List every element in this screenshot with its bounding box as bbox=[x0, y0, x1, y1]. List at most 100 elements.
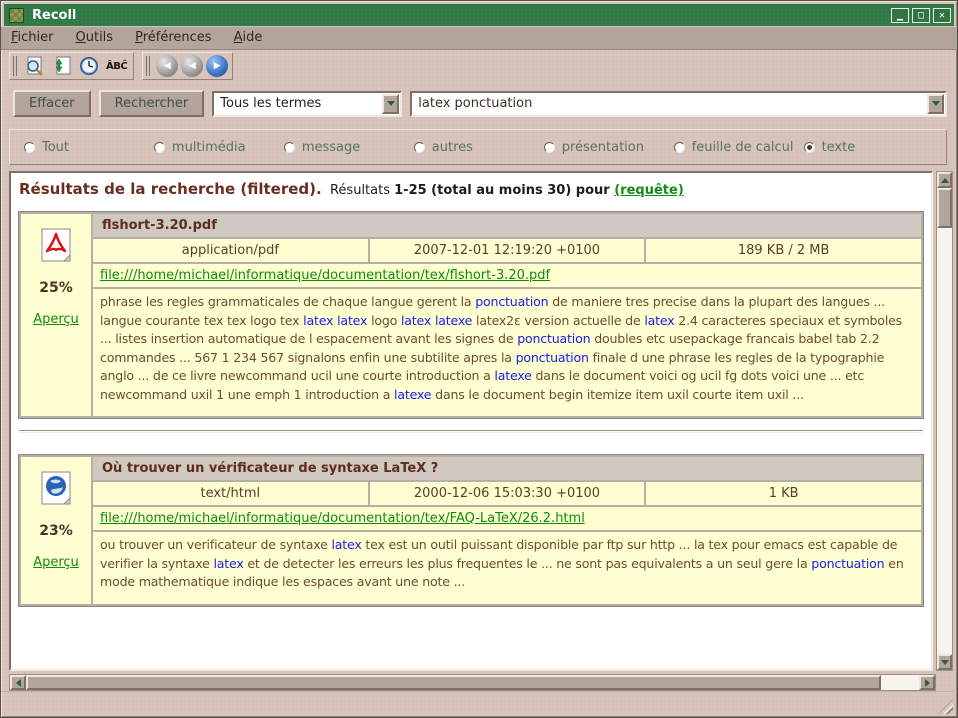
filter-radio-tout[interactable]: Tout bbox=[24, 140, 154, 155]
relevance-percent: 23% bbox=[39, 523, 73, 539]
result-size: 1 KB bbox=[646, 482, 921, 505]
category-filter-panel: Tout multimédiamessageautres présentation f… bbox=[9, 129, 947, 165]
search-button[interactable]: Rechercher bbox=[99, 90, 205, 117]
results-list: 25% Aperçu flshort-3.20.pdf application/… bbox=[11, 212, 931, 606]
filter-radio-label: texte bbox=[822, 140, 856, 155]
result-url-row: file:///home/michael/informatique/docume… bbox=[93, 507, 921, 530]
next-page-icon[interactable]: ▶ bbox=[206, 55, 228, 77]
result-date: 2000-12-06 15:03:30 +0100 bbox=[370, 482, 645, 505]
maximize-button[interactable]: □ bbox=[912, 8, 930, 23]
filter-radio-autres[interactable]: autres bbox=[414, 140, 544, 155]
highlighted-term: latex bbox=[331, 537, 361, 552]
status-strip bbox=[1, 691, 957, 717]
minimize-button[interactable]: ▁ bbox=[891, 8, 909, 23]
first-page-icon[interactable]: ◀ bbox=[156, 55, 178, 77]
radio-icon[interactable] bbox=[24, 142, 35, 153]
menu-item-preferences[interactable]: Préférences bbox=[135, 30, 211, 45]
chevron-down-icon[interactable] bbox=[927, 94, 944, 114]
results-title: Résultats de la recherche (filtered). bbox=[19, 180, 322, 198]
highlighted-term: latexe bbox=[494, 368, 531, 383]
result-size: 189 KB / 2 MB bbox=[646, 239, 921, 262]
filter-radio-label: Tout bbox=[42, 140, 69, 155]
radio-selected-icon[interactable] bbox=[804, 142, 815, 153]
history-clock-icon[interactable] bbox=[77, 54, 101, 78]
snippet-text: latex2ε version actuelle de bbox=[472, 313, 644, 328]
menu-item-fichier[interactable]: Fichier bbox=[11, 30, 54, 45]
highlighted-term: latex bbox=[337, 313, 367, 328]
advanced-search-icon[interactable] bbox=[23, 54, 47, 78]
relevance-percent: 25% bbox=[39, 280, 73, 296]
snippet-text: logo bbox=[367, 313, 401, 328]
result-entry: 23% Aperçu Où trouver un vérificateur de… bbox=[19, 455, 923, 606]
search-row: Effacer Rechercher Tous les termes bbox=[1, 82, 957, 121]
radio-icon[interactable] bbox=[154, 142, 165, 153]
filter-radio-label: feuille de calcul bbox=[692, 140, 794, 155]
result-url-link[interactable]: file:///home/michael/informatique/docume… bbox=[100, 268, 550, 283]
result-mime-type: application/pdf bbox=[93, 239, 368, 262]
previous-page-icon[interactable]: ◀ bbox=[181, 55, 203, 77]
filter-radio-pre-sentation[interactable]: présentation bbox=[544, 140, 674, 155]
term-explorer-icon[interactable]: ÂBĈ bbox=[104, 54, 129, 78]
filter-radio-label: présentation bbox=[562, 140, 644, 155]
result-title: Où trouver un vérificateur de syntaxe La… bbox=[93, 457, 921, 480]
chevron-down-icon[interactable] bbox=[382, 94, 399, 114]
menu-item-outils[interactable]: Outils bbox=[76, 30, 114, 45]
highlighted-term: ponctuation bbox=[516, 350, 589, 365]
filter-radio-feuille-de-calcul[interactable]: feuille de calcul bbox=[674, 140, 804, 155]
highlighted-term: latex bbox=[213, 556, 243, 571]
vertical-scrollbar-thumb[interactable] bbox=[937, 188, 952, 228]
toolbar-handle[interactable] bbox=[12, 56, 17, 76]
preview-link[interactable]: Aperçu bbox=[33, 555, 79, 570]
results-count-prefix: Résultats bbox=[330, 183, 394, 198]
result-entry-sidebar: 23% Aperçu bbox=[21, 457, 91, 604]
snippet-text: phrase les regles grammaticales de chaqu… bbox=[100, 294, 475, 309]
horizontal-scrollbar[interactable] bbox=[9, 674, 936, 691]
scroll-right-icon[interactable] bbox=[919, 675, 935, 690]
file-type-icon bbox=[39, 228, 73, 264]
radio-icon[interactable] bbox=[544, 142, 555, 153]
menu-item-aide[interactable]: Aide bbox=[234, 30, 263, 45]
result-info-row: application/pdf 2007-12-01 12:19:20 +010… bbox=[93, 239, 921, 262]
highlighted-term: latex bbox=[644, 313, 674, 328]
highlighted-term: latexe bbox=[435, 313, 472, 328]
scroll-up-icon[interactable] bbox=[937, 172, 952, 188]
search-query-combo bbox=[410, 91, 947, 117]
horizontal-scrollbar-track[interactable] bbox=[881, 675, 919, 690]
snippet-text: dans le document begin itemize item uxil… bbox=[431, 387, 803, 402]
search-mode-value: Tous les termes bbox=[220, 96, 321, 111]
close-button[interactable]: ✕ bbox=[933, 8, 951, 23]
toolbar: ÂBĈ ◀ ◀ ▶ bbox=[1, 50, 957, 82]
window-title: Recoll bbox=[32, 8, 76, 23]
result-url-link[interactable]: file:///home/michael/informatique/docume… bbox=[100, 511, 585, 526]
search-input[interactable] bbox=[418, 93, 927, 115]
result-snippet: ou trouver un verificateur de syntaxe la… bbox=[93, 532, 921, 604]
clear-button[interactable]: Effacer bbox=[13, 90, 91, 117]
radio-icon[interactable] bbox=[284, 142, 295, 153]
menu-bar: Fichier Outils Préférences Aide bbox=[1, 26, 957, 50]
toolbar-group-navigation: ◀ ◀ ▶ bbox=[142, 52, 233, 80]
resize-grip-icon[interactable] bbox=[938, 699, 953, 714]
vertical-scrollbar-track[interactable] bbox=[937, 228, 952, 654]
horizontal-scrollbar-thumb[interactable] bbox=[26, 675, 881, 690]
result-title: flshort-3.20.pdf bbox=[93, 214, 921, 237]
preview-link[interactable]: Aperçu bbox=[33, 312, 79, 327]
snippet-text: ou trouver un verificateur de syntaxe bbox=[100, 537, 331, 552]
filter-radio-texte[interactable]: texte bbox=[804, 140, 940, 155]
toolbar-handle[interactable] bbox=[145, 56, 150, 76]
result-date: 2007-12-01 12:19:20 +0100 bbox=[370, 239, 645, 262]
vertical-scrollbar[interactable] bbox=[936, 171, 953, 671]
scroll-left-icon[interactable] bbox=[10, 675, 26, 690]
sort-parameters-icon[interactable] bbox=[50, 54, 74, 78]
result-entry: 25% Aperçu flshort-3.20.pdf application/… bbox=[19, 212, 923, 418]
html-file-icon bbox=[39, 471, 73, 507]
radio-icon[interactable] bbox=[414, 142, 425, 153]
scroll-down-icon[interactable] bbox=[937, 654, 952, 670]
search-mode-select[interactable]: Tous les termes bbox=[212, 91, 402, 117]
query-link[interactable]: (requête) bbox=[614, 183, 684, 198]
filter-radio-message[interactable]: message bbox=[284, 140, 414, 155]
filter-radio-multime-dia[interactable]: multimédia bbox=[154, 140, 284, 155]
radio-icon[interactable] bbox=[674, 142, 685, 153]
highlighted-term: latex bbox=[303, 313, 333, 328]
result-mime-type: text/html bbox=[93, 482, 368, 505]
result-separator bbox=[19, 430, 923, 433]
